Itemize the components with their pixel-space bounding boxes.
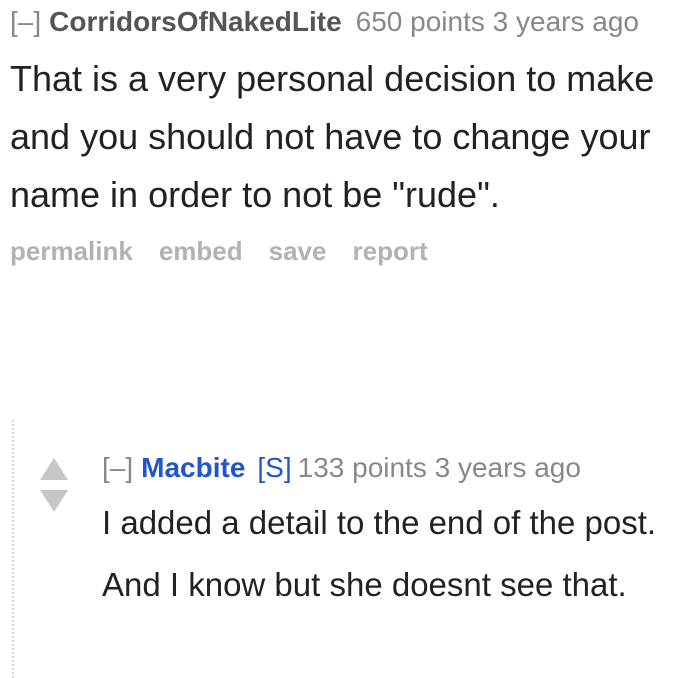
downvote-arrow-icon[interactable] [40,490,68,512]
vote-controls [40,458,68,512]
timestamp[interactable]: 3 years ago [493,6,639,37]
timestamp[interactable]: 3 years ago [435,452,581,483]
parent-tagline: [–] CorridorsOfNakedLite 650 points 3 year… [10,0,698,44]
child-comment: [–] Macbite [S] 133 points 3 years ago I ad… [102,446,700,616]
collapse-toggle[interactable]: [–] [102,452,133,483]
collapse-toggle[interactable]: [–] [10,6,41,37]
submitter-badge[interactable]: [S] [257,452,291,483]
comment-action-buttons: permalink embed save report [10,236,698,267]
comment-body: That is a very personal decision to make… [10,58,655,215]
points-label: 133 points [297,452,427,483]
author-link[interactable]: CorridorsOfNakedLite [49,6,342,37]
comment-body: I added a detail to the end of the post.… [102,504,657,603]
permalink-button[interactable]: permalink [10,236,133,266]
embed-button[interactable]: embed [159,236,243,266]
upvote-arrow-icon[interactable] [40,458,68,480]
child-comment-thread: [–] Macbite [S] 133 points 3 years ago I ad… [12,420,700,678]
save-button[interactable]: save [269,236,327,266]
author-link[interactable]: Macbite [141,452,245,483]
points-label: 650 points [355,6,485,37]
report-button[interactable]: report [352,236,427,266]
parent-comment: [–] CorridorsOfNakedLite 650 points 3 year… [10,0,698,267]
child-tagline: [–] Macbite [S] 133 points 3 years ago [102,446,700,490]
